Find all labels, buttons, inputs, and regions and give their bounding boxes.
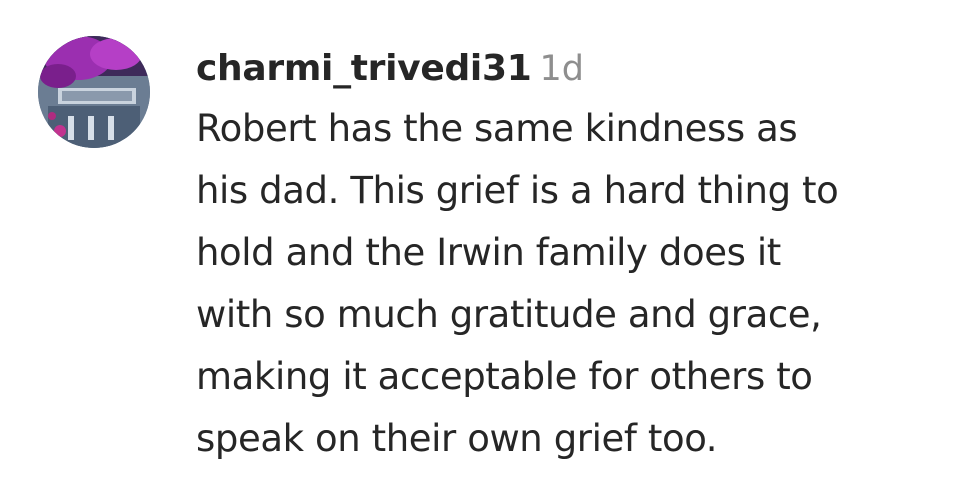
comment-text-line: making it acceptable for others to: [196, 355, 813, 398]
timestamp[interactable]: 1d: [539, 49, 584, 89]
comment-text: Robert has the same kindness as his dad.…: [196, 98, 966, 470]
avatar-photo-icon: [38, 36, 150, 148]
comment-header: charmi_trivedi31 1d: [196, 40, 966, 98]
comment-text-line: Robert has the same kindness as: [196, 107, 798, 150]
comment-content: charmi_trivedi31 1d Robert has the same k…: [196, 40, 966, 470]
avatar[interactable]: [38, 36, 150, 148]
comment-text-line: hold and the Irwin family does it: [196, 231, 781, 274]
comment-text-line: speak on their own grief too.: [196, 417, 718, 460]
comment-item: charmi_trivedi31 1d Robert has the same k…: [0, 0, 980, 500]
username-link[interactable]: charmi_trivedi31: [196, 48, 532, 89]
comment-text-line: his dad. This grief is a hard thing to: [196, 169, 839, 212]
comment-text-line: with so much gratitude and grace,: [196, 293, 822, 336]
